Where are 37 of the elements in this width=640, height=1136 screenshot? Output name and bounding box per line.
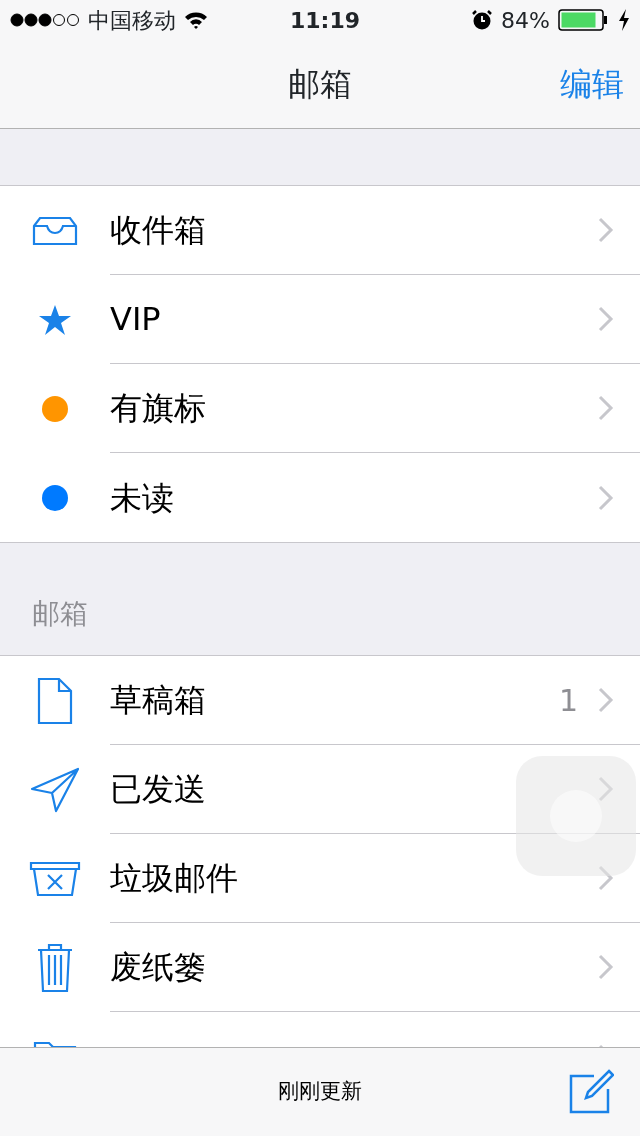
trash-can-icon [37,942,73,993]
section-header: 邮箱 [32,596,88,632]
message-count: 1 [558,681,578,720]
paper-plane-icon [30,766,80,813]
mailbox-row[interactable]: 垃圾邮件 [0,834,640,923]
chevron-icon [598,954,614,980]
nav-title: 邮箱 [288,64,352,105]
chevron-icon [598,395,614,421]
alarm-icon [471,9,494,31]
edit-button[interactable]: 编辑 [560,60,624,108]
mailbox-row[interactable]: 草稿箱 1 [0,656,640,745]
chevron-icon [598,306,614,332]
battery-percent: 84% [501,6,550,35]
charging-icon [618,9,630,31]
compose-button[interactable] [568,1068,614,1114]
mailbox-row[interactable]: 已发送 [0,745,640,834]
junk-bin-icon [29,860,81,897]
carrier-name: 中国移动 [88,6,176,35]
mailbox-row[interactable]: 废纸篓 [0,923,640,1012]
chevron-icon [598,776,614,802]
mailbox-row[interactable]: 未读 [0,453,640,542]
update-status: 刚刚更新 [278,1078,362,1106]
inbox-tray-icon [32,215,78,246]
signal-icon [10,13,80,27]
chevron-icon [598,217,614,243]
mailbox-row[interactable]: 有旗标 [0,364,640,453]
mailbox-row[interactable]: 收件箱 [0,186,640,275]
star-icon [38,303,72,336]
document-icon [37,676,73,725]
chevron-icon [598,484,614,511]
wifi-icon [184,11,208,29]
chevron-icon [598,687,614,713]
chevron-icon [598,865,614,891]
assistive-touch-button[interactable] [516,756,636,876]
clock-time: 11:19 [290,6,361,35]
battery-icon [558,9,610,31]
mailbox-row[interactable]: VIP [0,275,640,364]
